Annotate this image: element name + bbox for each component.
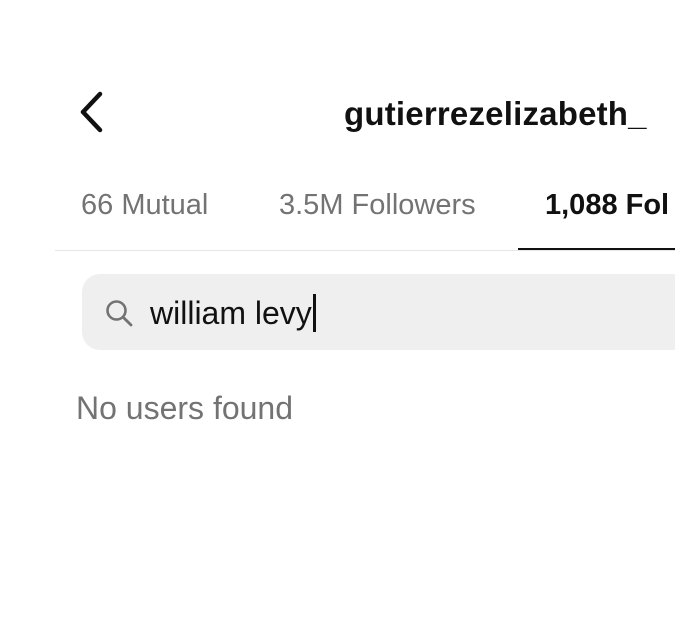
tab-followers[interactable]: 3.5M Followers <box>279 189 476 222</box>
active-tab-indicator <box>518 248 675 250</box>
tabs-divider <box>55 250 675 251</box>
back-button[interactable] <box>72 88 116 136</box>
following-list-screen: gutierrezelizabeth_ 66 Mutual 3.5M Follo… <box>0 0 675 628</box>
search-bar[interactable]: william levy <box>82 274 675 350</box>
text-cursor <box>312 294 316 332</box>
tab-mutual[interactable]: 66 Mutual <box>81 189 208 222</box>
follow-tabs: 66 Mutual 3.5M Followers 1,088 Fol <box>0 180 675 252</box>
no-results-message: No users found <box>76 390 294 426</box>
search-input[interactable]: william levy <box>150 294 316 332</box>
page-title: gutierrezelizabeth_ <box>344 95 647 132</box>
chevron-left-icon <box>80 91 103 133</box>
profile-header: gutierrezelizabeth_ <box>0 0 675 180</box>
search-input-value: william levy <box>150 295 312 331</box>
search-icon <box>106 300 133 327</box>
tab-following[interactable]: 1,088 Fol <box>545 189 669 222</box>
